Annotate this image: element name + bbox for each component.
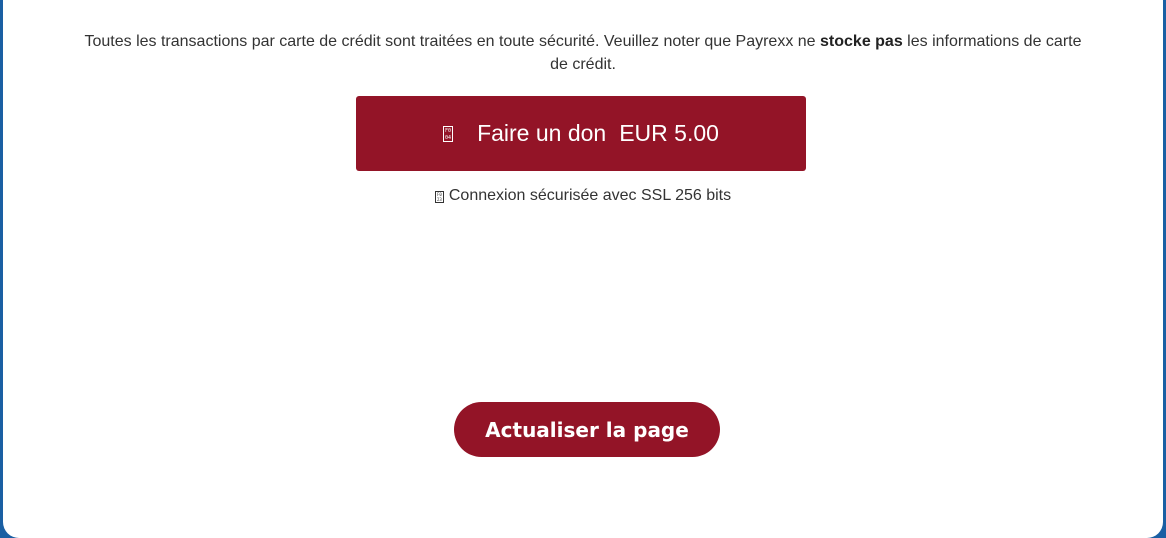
refresh-page-button[interactable]: Actualiser la page — [454, 402, 720, 457]
refresh-page-label: Actualiser la page — [485, 417, 689, 442]
donate-button-amount: EUR 5.00 — [619, 120, 719, 146]
notice-text-before: Toutes les transactions par carte de cré… — [84, 33, 821, 50]
lock-icon: F0 04 — [443, 125, 454, 142]
notice-bold-text: stocke pas — [820, 33, 903, 50]
donate-button-label: Faire un don — [477, 120, 607, 146]
ssl-text: Connexion sécurisée avec SSL 256 bits — [448, 187, 732, 204]
payment-card: Toutes les transactions par carte de cré… — [3, 0, 1163, 538]
lock-icon: F0 23 — [434, 191, 444, 203]
donate-button[interactable]: F0 04 Faire un don EUR 5.00 — [356, 96, 806, 171]
security-notice: Toutes les transactions par carte de cré… — [83, 30, 1083, 76]
ssl-notice: F0 23 Connexion sécurisée avec SSL 256 bit… — [3, 187, 1163, 205]
